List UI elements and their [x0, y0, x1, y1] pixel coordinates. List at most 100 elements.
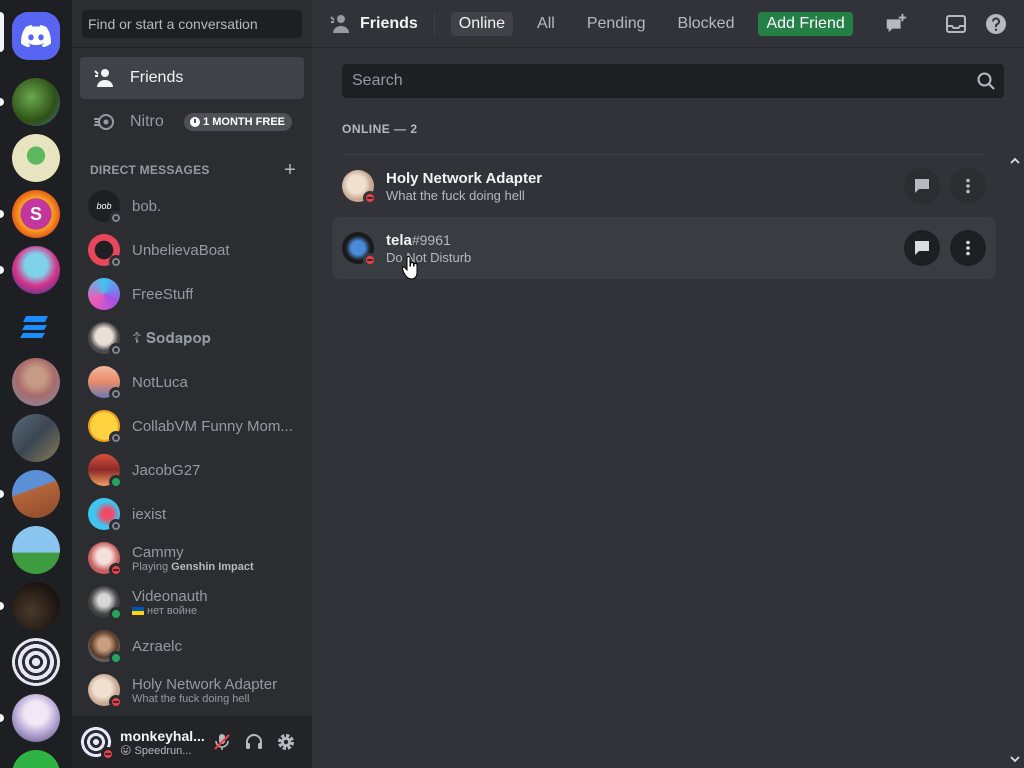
status-online-indicator: [109, 607, 123, 621]
mute-button[interactable]: [206, 726, 238, 758]
dm-item[interactable]: CollabVM Funny Mom...: [80, 404, 304, 448]
server-rail: S: [0, 0, 72, 768]
dm-item[interactable]: ☦ 𝐒𝐨𝐝𝐚𝐩𝐨𝐩: [80, 316, 304, 360]
status-offline-indicator: [109, 519, 123, 533]
server-icon-z[interactable]: [12, 302, 60, 350]
avatar: [88, 322, 123, 357]
friends-main: Friends Online All Pending Blocked Add F…: [312, 0, 1024, 768]
dm-item[interactable]: FreeStuff: [80, 272, 304, 316]
message-button[interactable]: [904, 230, 940, 266]
search-icon: [977, 72, 995, 90]
avatar: [88, 410, 123, 445]
ukraine-flag-icon: [132, 606, 144, 615]
dm-name: ☦ 𝐒𝐨𝐝𝐚𝐩𝐨𝐩: [132, 330, 211, 347]
status-offline-indicator: [109, 431, 123, 445]
message-button[interactable]: [904, 168, 940, 204]
dm-name: iexist: [132, 505, 167, 523]
tab-pending[interactable]: Pending: [579, 12, 654, 36]
more-options-button[interactable]: [950, 168, 986, 204]
dm-item[interactable]: Azraelc: [80, 624, 304, 668]
friend-subtext: Do Not Disturb: [386, 249, 472, 265]
status-offline-indicator: [109, 343, 123, 357]
server-icon-umbrella[interactable]: [12, 134, 60, 182]
tab-blocked[interactable]: Blocked: [670, 12, 743, 36]
dm-item[interactable]: Holy Network Adapter What the fuck doing…: [80, 668, 304, 712]
dm-name: Holy Network Adapter: [132, 675, 278, 693]
new-group-dm-icon: [886, 13, 907, 33]
deafen-button[interactable]: [238, 726, 270, 758]
dm-item[interactable]: UnbelievaBoat: [80, 228, 304, 272]
dm-item[interactable]: NotLuca: [80, 360, 304, 404]
inbox-button[interactable]: [944, 12, 968, 36]
more-options-button[interactable]: [950, 230, 986, 266]
add-friend-button[interactable]: Add Friend: [758, 11, 853, 36]
dm-name: JacobG27: [132, 461, 201, 479]
avatar: bob: [88, 190, 123, 225]
find-conversation-wrap: Find or start a conversation: [72, 0, 312, 48]
nav-nitro[interactable]: Nitro 1 MONTH FREE: [80, 101, 304, 143]
friend-row[interactable]: Holy Network Adapter What the fuck doing…: [332, 155, 996, 217]
friends-search-input[interactable]: [352, 72, 976, 90]
status-dnd-indicator: [109, 695, 123, 709]
server-icon-dark[interactable]: [12, 582, 60, 630]
server-icon-room[interactable]: [12, 414, 60, 462]
dm-name: Cammy: [132, 543, 184, 561]
friends-icon: [330, 14, 349, 33]
friend-row[interactable]: tela#9961 Do Not Disturb: [332, 217, 996, 279]
user-avatar[interactable]: [80, 726, 115, 761]
nav-friends[interactable]: Friends: [80, 57, 304, 99]
avatar: [342, 170, 377, 205]
selected-indicator: [0, 12, 4, 52]
online-count-header: ONLINE — 2: [342, 122, 418, 136]
home-button[interactable]: [12, 12, 60, 60]
dm-item[interactable]: JacobG27: [80, 448, 304, 492]
server-icon-anime[interactable]: [12, 246, 60, 294]
help-button[interactable]: [984, 12, 1008, 36]
dm-item[interactable]: bob bob.: [80, 184, 304, 228]
server-icon-frog[interactable]: [12, 78, 60, 126]
tab-all[interactable]: All: [529, 12, 563, 36]
header-divider: [433, 11, 435, 36]
unread-indicator: [0, 602, 4, 610]
unread-indicator: [0, 266, 4, 274]
friends-search-bar: [342, 64, 1004, 98]
friend-name: tela#9961: [386, 231, 451, 249]
dm-name: CollabVM Funny Mom...: [132, 417, 293, 435]
user-settings-button[interactable]: [270, 726, 302, 758]
new-group-dm-button[interactable]: [884, 12, 908, 36]
hand-cursor-icon: [402, 256, 418, 280]
avatar: [88, 674, 123, 709]
dm-item[interactable]: iexist: [80, 492, 304, 536]
dm-item[interactable]: Videonauth нет войне: [80, 580, 304, 624]
chat-bubble-icon: [915, 241, 929, 255]
server-icon-pattern[interactable]: [12, 638, 60, 686]
dm-sidebar: Find or start a conversation Friends Nit…: [72, 0, 312, 768]
scroll-up-arrow-icon[interactable]: [1010, 156, 1020, 166]
dm-name: FreeStuff: [132, 285, 194, 303]
server-icon-brick[interactable]: [12, 470, 60, 518]
create-dm-plus-icon[interactable]: +: [284, 159, 296, 182]
find-conversation-button[interactable]: Find or start a conversation: [82, 9, 302, 38]
avatar: [88, 454, 123, 489]
unread-indicator: [0, 490, 4, 498]
dm-name: UnbelievaBoat: [132, 241, 230, 259]
friend-actions: [894, 168, 986, 204]
nitro-promo-badge: 1 MONTH FREE: [184, 113, 292, 131]
friend-name: Holy Network Adapter: [386, 169, 543, 187]
z-logo-icon: [20, 316, 48, 338]
tab-online[interactable]: Online: [450, 11, 514, 36]
server-icon-anime-girl[interactable]: [12, 694, 60, 742]
scroll-down-arrow-icon[interactable]: [1010, 754, 1020, 764]
avatar: [88, 278, 120, 310]
gear-icon: [278, 734, 294, 750]
status-dnd-indicator: [101, 747, 115, 761]
server-icon-person[interactable]: [12, 358, 60, 406]
status-offline-indicator: [109, 387, 123, 401]
server-icon-s[interactable]: S: [12, 190, 60, 238]
friends-header: Friends Online All Pending Blocked Add F…: [312, 0, 1024, 48]
dm-activity: What the fuck doing hell: [132, 692, 250, 705]
status-online-indicator: [109, 651, 123, 665]
dm-item[interactable]: Cammy Playing Genshin Impact: [80, 536, 304, 580]
server-icon-green[interactable]: [12, 750, 60, 768]
server-icon-field[interactable]: [12, 526, 60, 574]
